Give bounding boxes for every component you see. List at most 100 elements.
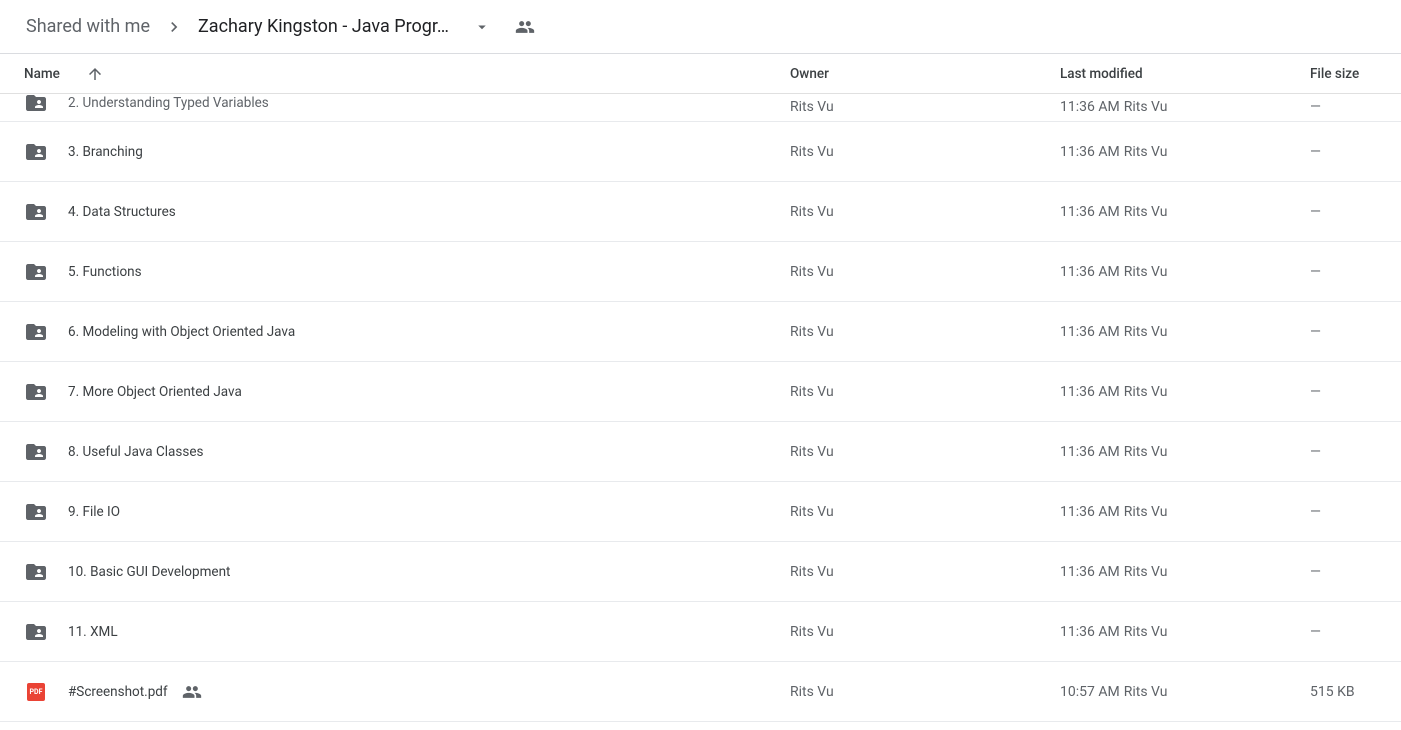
file-modified: 11:36 AMRits Vu: [1060, 564, 1310, 580]
file-name-cell: 4. Data Structures: [24, 200, 790, 224]
file-owner: Rits Vu: [790, 564, 1060, 580]
column-header-row: Name Owner Last modified File size: [0, 54, 1401, 94]
file-owner: Rits Vu: [790, 384, 1060, 400]
file-modified-by: Rits Vu: [1124, 324, 1168, 340]
file-size: —: [1310, 504, 1385, 520]
file-row[interactable]: PDF#Screenshot.pdfRits Vu10:57 AMRits Vu…: [0, 662, 1401, 722]
file-modified-time: 11:36 AM: [1060, 144, 1120, 160]
file-row[interactable]: 3. BranchingRits Vu11:36 AMRits Vu—: [0, 122, 1401, 182]
file-modified-time: 11:36 AM: [1060, 204, 1120, 220]
file-name-cell: 5. Functions: [24, 260, 790, 284]
file-name-cell: 2. Understanding Typed Variables: [24, 94, 790, 115]
file-name-cell: 8. Useful Java Classes: [24, 440, 790, 464]
file-modified-by: Rits Vu: [1124, 624, 1168, 640]
people-icon[interactable]: [515, 17, 535, 37]
file-name-cell: 7. More Object Oriented Java: [24, 380, 790, 404]
breadcrumb-current[interactable]: Zachary Kingston - Java Progr…: [192, 12, 455, 41]
file-name-cell: PDF#Screenshot.pdf: [24, 682, 790, 702]
file-row[interactable]: 5. FunctionsRits Vu11:36 AMRits Vu—: [0, 242, 1401, 302]
file-name-cell: 6. Modeling with Object Oriented Java: [24, 320, 790, 344]
file-modified-time: 10:57 AM: [1060, 684, 1120, 700]
folder-shared-icon: [24, 260, 48, 284]
file-owner: Rits Vu: [790, 444, 1060, 460]
file-row[interactable]: 9. File IORits Vu11:36 AMRits Vu—: [0, 482, 1401, 542]
folder-shared-icon: [24, 200, 48, 224]
chevron-right-icon: [164, 17, 184, 37]
folder-shared-icon: [24, 140, 48, 164]
file-owner: Rits Vu: [790, 624, 1060, 640]
file-name-label: 6. Modeling with Object Oriented Java: [68, 324, 295, 340]
file-name-cell: 10. Basic GUI Development: [24, 560, 790, 584]
file-owner: Rits Vu: [790, 204, 1060, 220]
file-size: —: [1310, 564, 1385, 580]
file-name-label: 4. Data Structures: [68, 204, 176, 220]
file-size: —: [1310, 204, 1385, 220]
file-modified: 11:36 AMRits Vu: [1060, 384, 1310, 400]
file-name-cell: 3. Branching: [24, 140, 790, 164]
file-name-label: 10. Basic GUI Development: [68, 564, 230, 580]
file-modified-time: 11:36 AM: [1060, 624, 1120, 640]
file-modified-time: 11:36 AM: [1060, 99, 1120, 115]
file-modified: 11:36 AMRits Vu: [1060, 204, 1310, 220]
file-row[interactable]: 4. Data Structures Rits Vu11:36 AMRits Vu…: [0, 182, 1401, 242]
file-modified-by: Rits Vu: [1124, 564, 1168, 580]
column-header-name[interactable]: Name: [24, 65, 790, 83]
file-row[interactable]: 7. More Object Oriented Java Rits Vu11:36…: [0, 362, 1401, 422]
file-modified-time: 11:36 AM: [1060, 264, 1120, 280]
file-modified-time: 11:36 AM: [1060, 564, 1120, 580]
file-modified-by: Rits Vu: [1124, 204, 1168, 220]
breadcrumb-parent[interactable]: Shared with me: [20, 12, 156, 41]
folder-shared-icon: [24, 320, 48, 344]
file-modified-by: Rits Vu: [1124, 504, 1168, 520]
file-modified-by: Rits Vu: [1124, 684, 1168, 700]
file-list: 2. Understanding Typed VariablesRits Vu1…: [0, 94, 1401, 722]
file-row[interactable]: 8. Useful Java Classes Rits Vu11:36 AMRit…: [0, 422, 1401, 482]
file-modified-by: Rits Vu: [1124, 384, 1168, 400]
file-modified: 11:36 AMRits Vu: [1060, 324, 1310, 340]
file-name-label: 7. More Object Oriented Java: [68, 384, 242, 400]
file-modified-time: 11:36 AM: [1060, 384, 1120, 400]
file-name-label: 2. Understanding Typed Variables: [68, 95, 269, 111]
file-size: —: [1310, 144, 1385, 160]
file-name-label: 9. File IO: [68, 504, 120, 520]
file-name-cell: 11. XML: [24, 620, 790, 644]
dropdown-arrow-icon[interactable]: [473, 18, 491, 36]
folder-shared-icon: [24, 380, 48, 404]
file-modified-by: Rits Vu: [1124, 264, 1168, 280]
file-modified: 11:36 AMRits Vu: [1060, 264, 1310, 280]
file-modified: 11:36 AMRits Vu: [1060, 444, 1310, 460]
file-modified: 10:57 AMRits Vu: [1060, 684, 1310, 700]
file-modified-by: Rits Vu: [1124, 144, 1168, 160]
file-modified-by: Rits Vu: [1124, 444, 1168, 460]
sort-ascending-icon: [86, 65, 104, 83]
file-modified: 11:36 AMRits Vu: [1060, 624, 1310, 640]
file-owner: Rits Vu: [790, 264, 1060, 280]
folder-shared-icon: [24, 620, 48, 644]
pdf-icon: PDF: [27, 683, 45, 701]
folder-shared-icon: [24, 94, 48, 115]
column-header-size[interactable]: File size: [1310, 66, 1385, 82]
file-modified-by: Rits Vu: [1124, 99, 1168, 115]
file-row[interactable]: 6. Modeling with Object Oriented Java Rit…: [0, 302, 1401, 362]
file-modified-time: 11:36 AM: [1060, 324, 1120, 340]
column-header-modified[interactable]: Last modified: [1060, 66, 1310, 82]
file-owner: Rits Vu: [790, 684, 1060, 700]
column-header-owner[interactable]: Owner: [790, 66, 1060, 82]
file-size: —: [1310, 264, 1385, 280]
column-header-name-label: Name: [24, 66, 60, 82]
file-row[interactable]: 2. Understanding Typed Variables Rits Vu1…: [0, 94, 1401, 122]
file-name-label: 8. Useful Java Classes: [68, 444, 203, 460]
file-size: —: [1310, 324, 1385, 340]
file-modified: 11:36 AMRits Vu: [1060, 144, 1310, 160]
folder-shared-icon: [24, 500, 48, 524]
file-modified-time: 11:36 AM: [1060, 444, 1120, 460]
file-name-label: 11. XML: [68, 624, 118, 640]
file-owner: Rits Vu: [790, 144, 1060, 160]
file-owner: Rits Vu: [790, 99, 1060, 115]
file-row[interactable]: 10. Basic GUI Development Rits Vu11:36 AM…: [0, 542, 1401, 602]
file-row[interactable]: 11. XMLRits Vu11:36 AMRits Vu—: [0, 602, 1401, 662]
file-size: —: [1310, 624, 1385, 640]
file-size: 515 KB: [1310, 684, 1385, 700]
file-size: —: [1310, 99, 1385, 115]
shared-icon: [182, 682, 202, 702]
